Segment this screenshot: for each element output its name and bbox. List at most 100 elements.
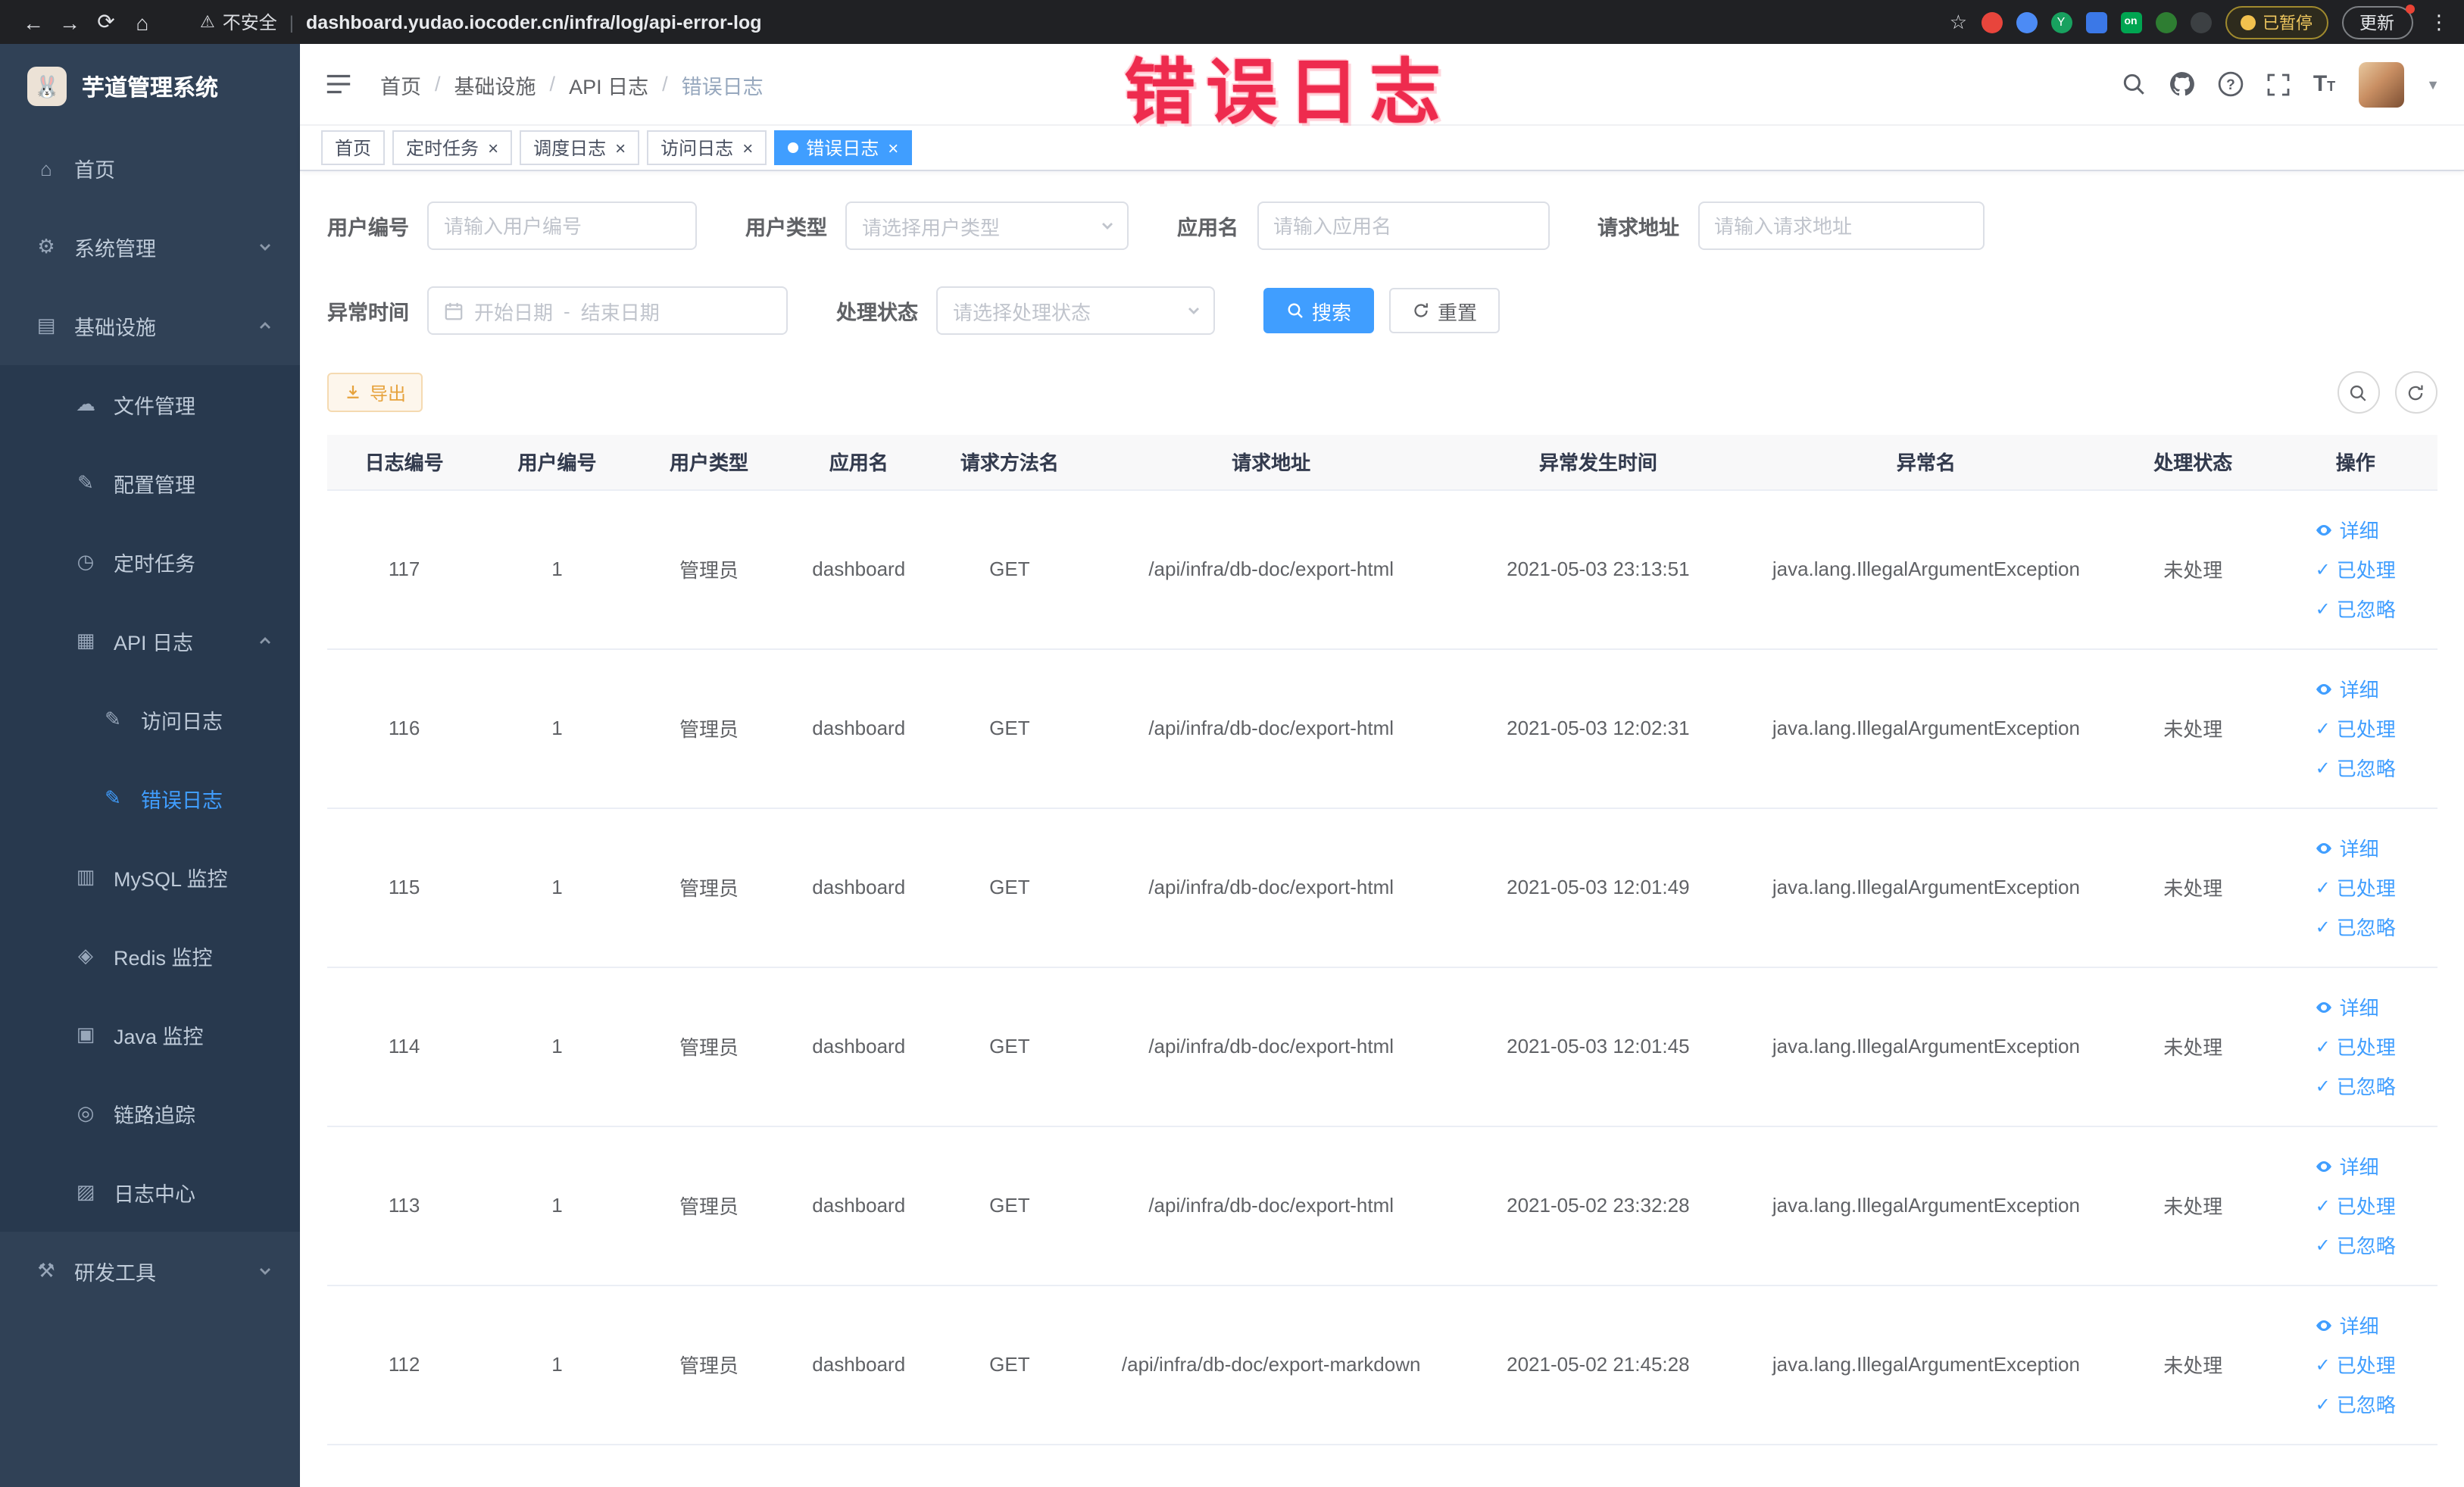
home-icon[interactable]: ⌂ xyxy=(124,4,161,40)
sidebar-item-infra[interactable]: ▤ 基础设施 xyxy=(0,286,300,365)
hamburger-icon[interactable] xyxy=(324,70,353,98)
breadcrumb-separator: / xyxy=(549,73,556,95)
browser-menu-icon[interactable]: ⋮ xyxy=(2429,10,2449,34)
extension-on-icon[interactable]: on xyxy=(2120,11,2141,33)
action-detail[interactable]: 详细 xyxy=(2316,828,2396,867)
tab-job-log[interactable]: 调度日志 × xyxy=(520,130,640,165)
avatar[interactable] xyxy=(2358,61,2404,107)
sidebar-item-redis[interactable]: ◈ Redis 监控 xyxy=(0,917,300,995)
action-detail[interactable]: 详细 xyxy=(2316,669,2396,708)
action-ignored[interactable]: ✓ 已忽略 xyxy=(2316,748,2396,787)
sidebar-item-file[interactable]: ☁ 文件管理 xyxy=(0,365,300,444)
font-size-icon[interactable]: TT xyxy=(2313,73,2335,95)
sidebar-item-trace[interactable]: ◎ 链路追踪 xyxy=(0,1074,300,1153)
sidebar-item-config[interactable]: ✎ 配置管理 xyxy=(0,444,300,523)
action-detail[interactable]: 详细 xyxy=(2316,987,2396,1026)
action-label: 已忽略 xyxy=(2336,1235,2396,1257)
sidebar-item-label: 首页 xyxy=(74,159,115,182)
bookmark-star-icon[interactable]: ☆ xyxy=(1950,10,1967,34)
back-icon[interactable]: ← xyxy=(15,4,52,40)
reset-button[interactable]: 重置 xyxy=(1389,288,1501,333)
reload-icon[interactable]: ⟳ xyxy=(88,4,124,40)
request-url-label: 请求地址 xyxy=(1597,217,1679,239)
extension-icon[interactable] xyxy=(1981,11,2002,33)
search-icon[interactable] xyxy=(2121,71,2147,97)
chevron-down-icon[interactable]: ▼ xyxy=(2426,77,2440,92)
action-processed[interactable]: ✓ 已处理 xyxy=(2316,549,2396,589)
sidebar-item-label: 配置管理 xyxy=(114,474,195,497)
cell-status: 未处理 xyxy=(2112,1126,2275,1286)
breadcrumb-separator: / xyxy=(435,73,441,95)
sidebar-item-access-log[interactable]: ✎ 访问日志 xyxy=(0,680,300,759)
paused-badge[interactable]: 已暂停 xyxy=(2225,5,2328,39)
sidebar-item-job[interactable]: ◷ 定时任务 xyxy=(0,523,300,601)
action-detail[interactable]: 详细 xyxy=(2316,510,2396,549)
action-processed[interactable]: ✓ 已处理 xyxy=(2316,1186,2396,1225)
github-icon[interactable] xyxy=(2169,71,2195,97)
date-range-picker[interactable]: 开始日期 - 结束日期 xyxy=(427,286,788,335)
tab-error-log[interactable]: 错误日志 × xyxy=(774,130,913,165)
action-ignored[interactable]: ✓ 已忽略 xyxy=(2316,1225,2396,1264)
action-detail[interactable]: 详细 xyxy=(2316,1305,2396,1345)
check-icon: ✓ xyxy=(2315,1234,2331,1255)
sidebar-item-system[interactable]: ⚙ 系统管理 xyxy=(0,208,300,286)
update-button[interactable]: 更新 xyxy=(2341,4,2414,39)
close-icon[interactable]: × xyxy=(488,139,498,157)
export-button[interactable]: 导出 xyxy=(327,373,423,412)
address-bar[interactable]: ⚠ 不安全 | dashboard.yudao.iocoder.cn/infra… xyxy=(200,9,762,35)
close-icon[interactable]: × xyxy=(615,139,626,157)
app-logo[interactable]: 🐰 芋道管理系统 xyxy=(0,44,300,129)
check-icon: ✓ xyxy=(2315,558,2331,579)
breadcrumb-item[interactable]: 基础设施 xyxy=(454,69,536,99)
logo-title: 芋道管理系统 xyxy=(82,75,219,101)
sidebar-item-dev-tools[interactable]: ⚒ 研发工具 xyxy=(0,1232,300,1310)
tab-label: 定时任务 xyxy=(406,138,479,159)
action-detail[interactable]: 详细 xyxy=(2316,1146,2396,1186)
app-name-label: 应用名 xyxy=(1177,217,1238,239)
action-ignored[interactable]: ✓ 已忽略 xyxy=(2316,1066,2396,1105)
sidebar-item-home[interactable]: ⌂ 首页 xyxy=(0,129,300,208)
request-url-input[interactable] xyxy=(1697,201,1984,250)
sidebar-item-java[interactable]: ▣ Java 监控 xyxy=(0,995,300,1074)
tab-access-log[interactable]: 访问日志 × xyxy=(647,130,767,165)
extension-icon[interactable] xyxy=(2016,11,2037,33)
sidebar-item-api-log[interactable]: ▦ API 日志 xyxy=(0,601,300,680)
user-type-select[interactable]: 请选择用户类型 xyxy=(845,201,1129,250)
action-ignored[interactable]: ✓ 已忽略 xyxy=(2316,589,2396,628)
extension-icon[interactable]: Y xyxy=(2050,11,2072,33)
app-name-input[interactable] xyxy=(1257,201,1549,250)
help-icon[interactable]: ? xyxy=(2218,71,2244,97)
action-ignored[interactable]: ✓ 已忽略 xyxy=(2316,907,2396,946)
action-ignored[interactable]: ✓ 已忽略 xyxy=(2316,1384,2396,1423)
column-header: 异常发生时间 xyxy=(1455,435,1741,490)
action-processed[interactable]: ✓ 已处理 xyxy=(2316,1345,2396,1384)
user-id-input[interactable] xyxy=(427,201,697,250)
toggle-search-button[interactable] xyxy=(2337,371,2379,414)
action-label: 已处理 xyxy=(2336,877,2396,900)
breadcrumb-item[interactable]: 首页 xyxy=(380,69,421,99)
filter-app-name: 应用名 xyxy=(1177,201,1549,250)
user-id-label: 用户编号 xyxy=(327,217,409,239)
action-processed[interactable]: ✓ 已处理 xyxy=(2316,708,2396,748)
sidebar-item-error-log[interactable]: ✎ 错误日志 xyxy=(0,759,300,838)
extension-icon[interactable] xyxy=(2155,11,2176,33)
sidebar-item-mysql[interactable]: ▥ MySQL 监控 xyxy=(0,838,300,917)
action-label: 详细 xyxy=(2339,838,2379,861)
cell-exception-time: 2021-05-02 23:32:28 xyxy=(1455,1126,1741,1286)
search-button[interactable]: 搜索 xyxy=(1263,288,1375,333)
process-status-select[interactable]: 请选择处理状态 xyxy=(936,286,1215,335)
extension-icon[interactable] xyxy=(2085,11,2106,33)
tab-job[interactable]: 定时任务 × xyxy=(392,130,513,165)
breadcrumb-item[interactable]: API 日志 xyxy=(569,69,648,99)
action-processed[interactable]: ✓ 已处理 xyxy=(2316,1026,2396,1066)
fullscreen-icon[interactable] xyxy=(2266,72,2291,96)
close-icon[interactable]: × xyxy=(888,139,898,157)
close-icon[interactable]: × xyxy=(742,139,753,157)
refresh-button[interactable] xyxy=(2394,371,2437,414)
tab-home[interactable]: 首页 xyxy=(321,130,386,165)
forward-icon[interactable]: → xyxy=(52,4,88,40)
action-processed[interactable]: ✓ 已处理 xyxy=(2316,867,2396,907)
config-icon: ✎ xyxy=(77,471,94,494)
extension-paw-icon[interactable] xyxy=(2190,11,2211,33)
sidebar-item-log-center[interactable]: ▨ 日志中心 xyxy=(0,1153,300,1232)
